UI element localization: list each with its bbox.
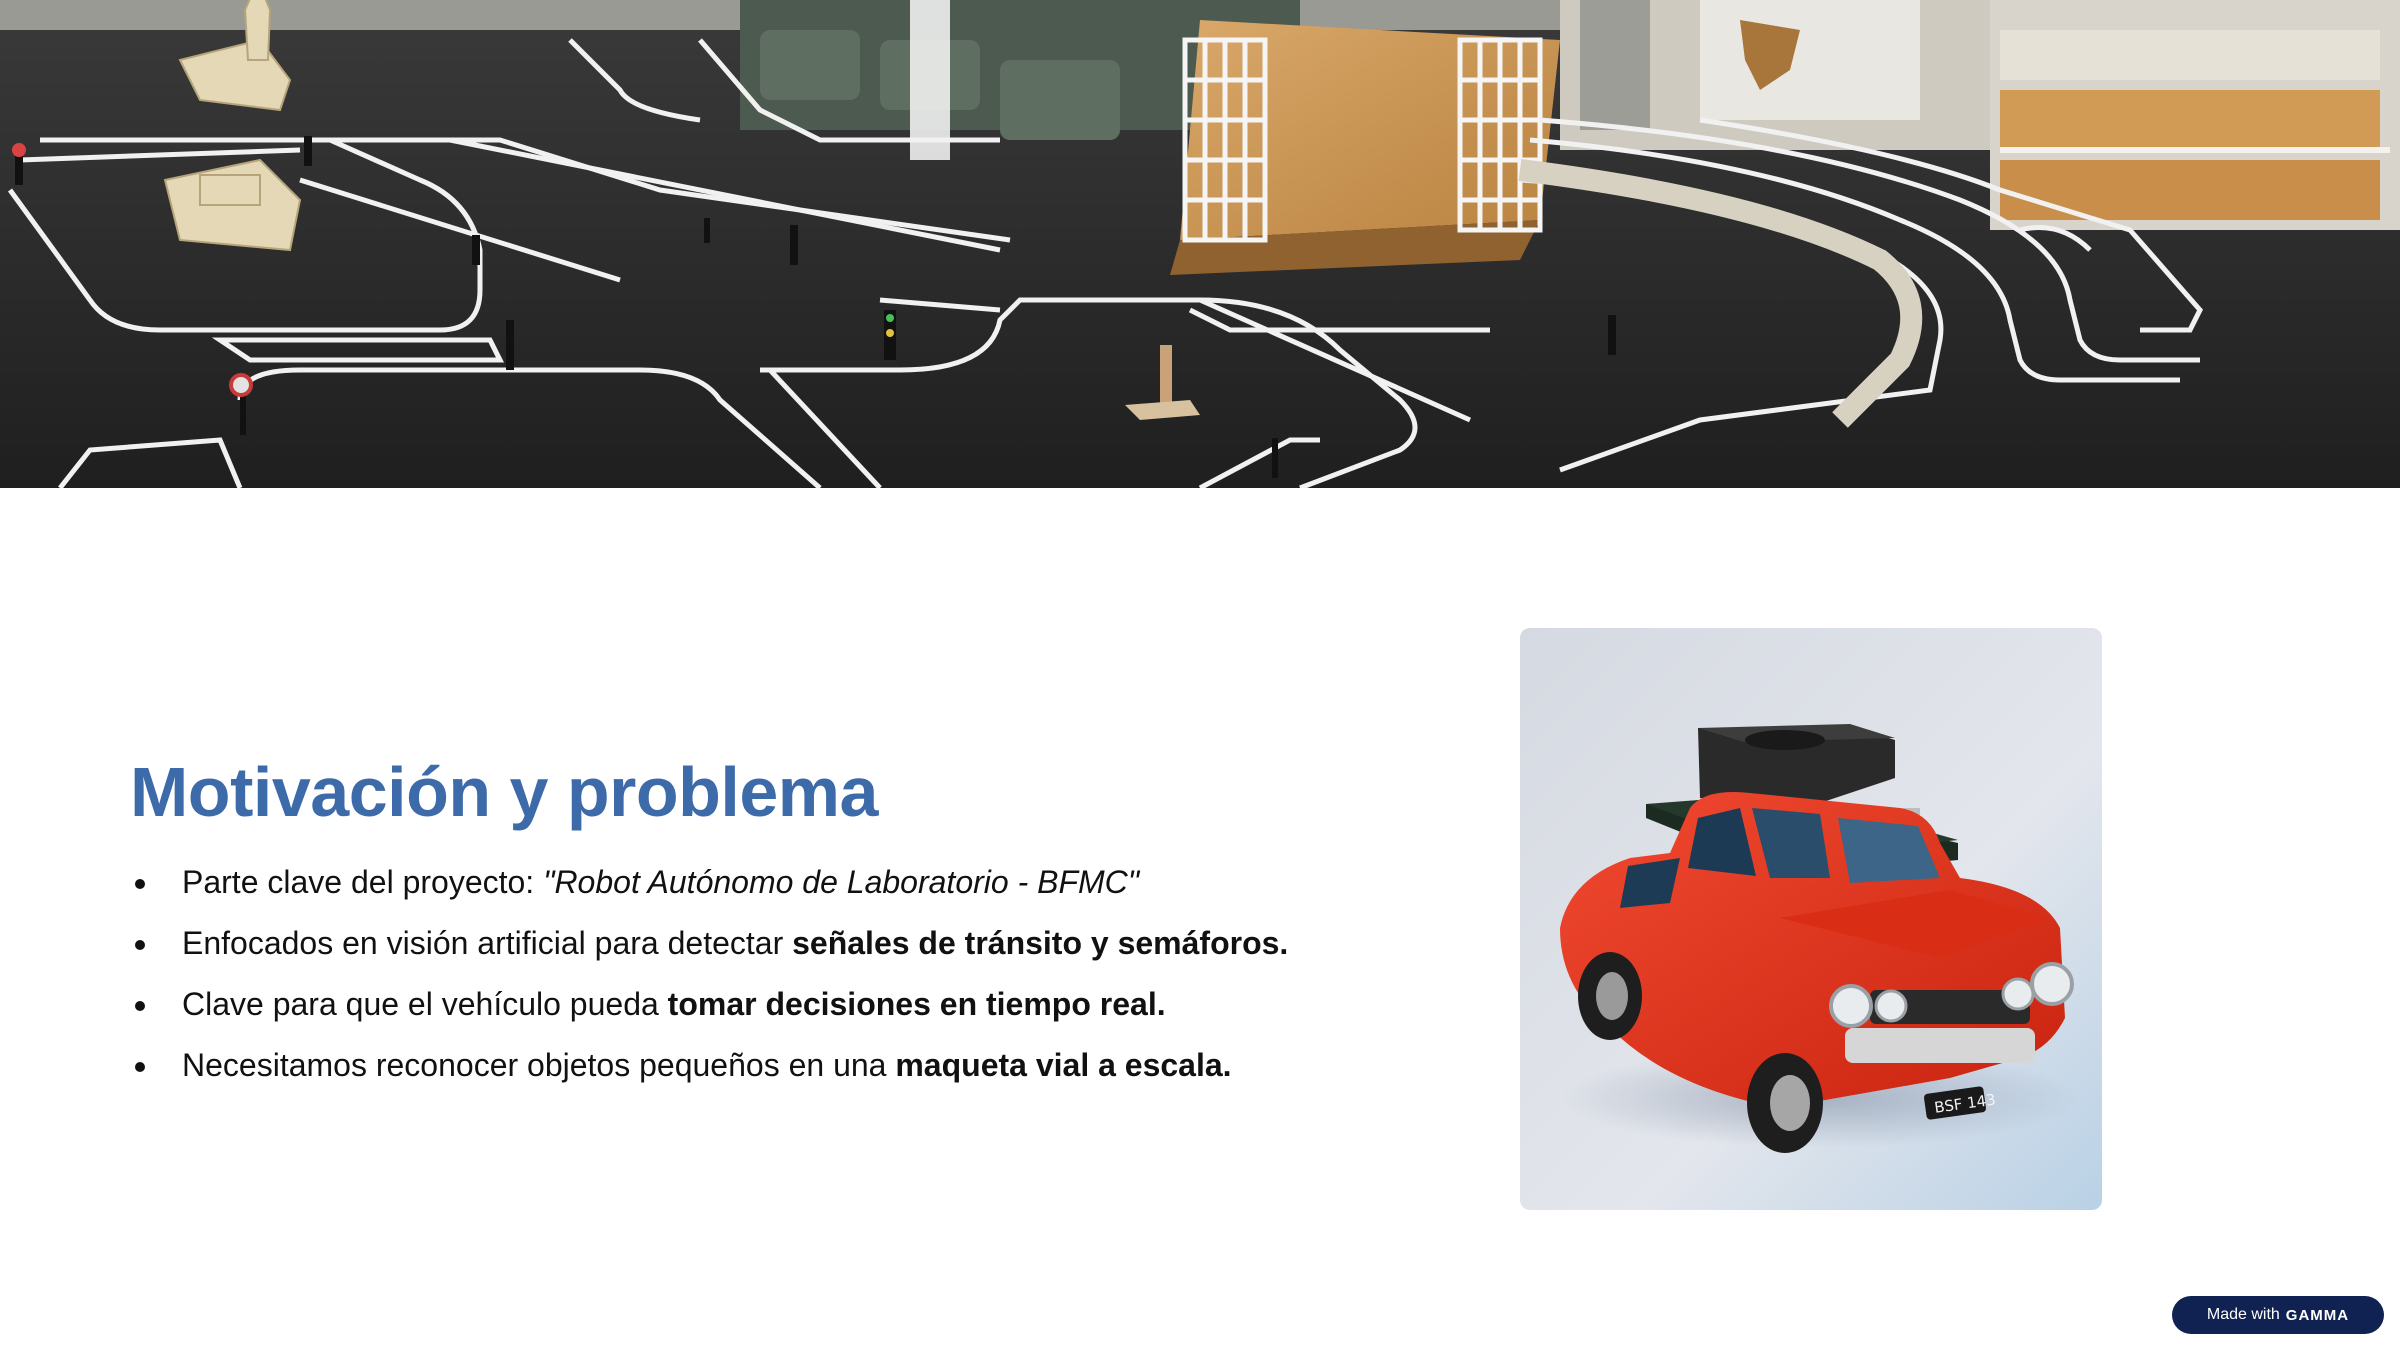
bullet-emphasis: "Robot Autónomo de Laboratorio - BFMC" — [543, 864, 1140, 900]
bullet-text: Enfocados en visión artificial para dete… — [182, 925, 793, 961]
badge-brand: GAMMA — [2285, 1306, 2350, 1324]
bullet-text: Necesitamos reconocer objetos pequeños e… — [182, 1047, 896, 1083]
car-image: BSF 143 — [1520, 628, 2102, 1210]
bullet-item: Enfocados en visión artificial para dete… — [130, 923, 1430, 984]
bullet-emphasis: maqueta vial a escala. — [895, 1047, 1232, 1083]
bullet-list: Parte clave del proyecto: "Robot Autónom… — [130, 862, 1430, 1106]
slide-title: Motivación y problema — [130, 753, 878, 831]
bullet-item: Necesitamos reconocer objetos pequeños e… — [130, 1045, 1430, 1106]
bullet-item: Parte clave del proyecto: "Robot Autónom… — [130, 862, 1430, 923]
made-with-gamma-badge[interactable]: Made with GAMMA — [2172, 1296, 2384, 1334]
bullet-emphasis: tomar decisiones en tiempo real. — [667, 986, 1166, 1022]
banner-photo — [0, 0, 2400, 488]
bullet-text: Clave para que el vehículo pueda — [182, 986, 668, 1022]
bullet-text: Parte clave del proyecto: — [182, 864, 544, 900]
badge-prefix: Made with — [2206, 1306, 2280, 1323]
bullet-item: Clave para que el vehículo pueda tomar d… — [130, 984, 1430, 1045]
bullet-emphasis: señales de tránsito y semáforos. — [792, 925, 1289, 961]
